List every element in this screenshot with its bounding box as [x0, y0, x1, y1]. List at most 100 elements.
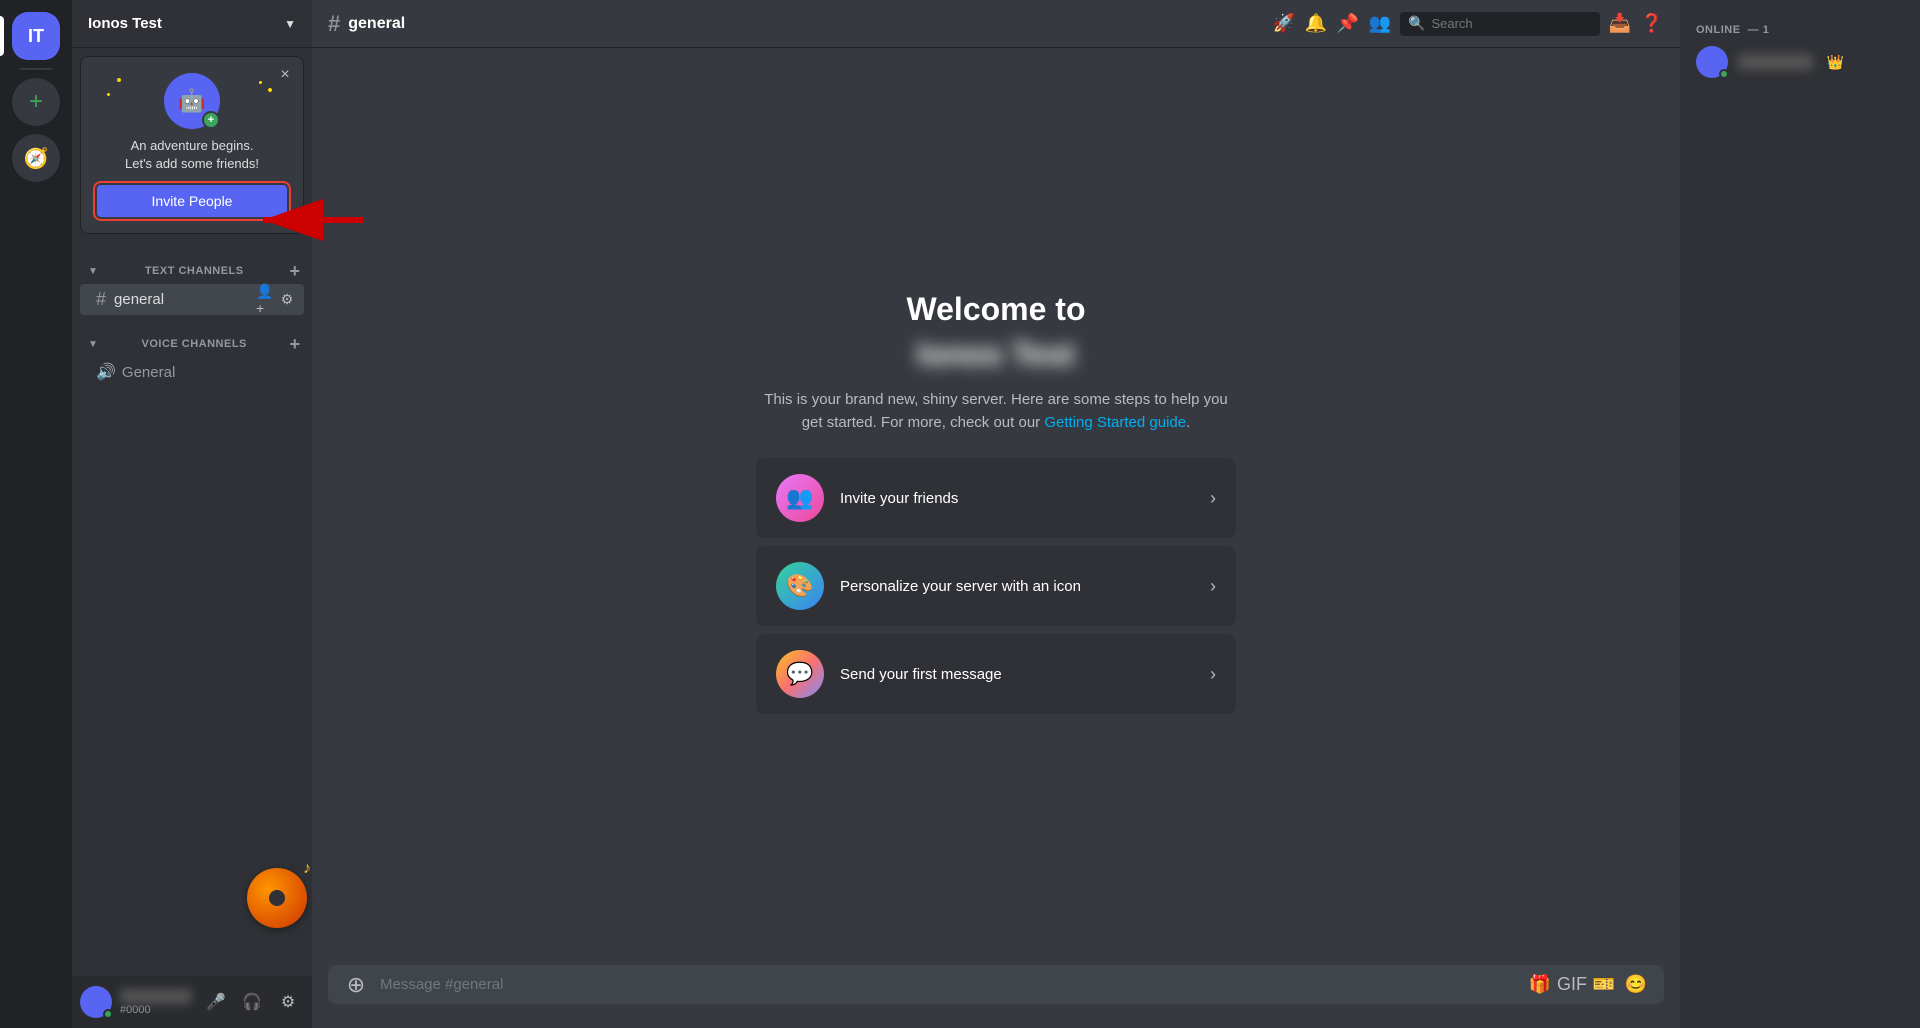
server-divider	[20, 68, 52, 70]
server-header[interactable]: Ionos Test ▼	[72, 0, 312, 48]
channel-action-icons: 👤+ ⚙	[256, 291, 296, 309]
invite-friends-label: Invite your friends	[840, 490, 958, 507]
message-input[interactable]	[380, 965, 1516, 1004]
member-list-button[interactable]: 👥	[1368, 12, 1392, 36]
send-message-label: Send your first message	[840, 666, 1002, 683]
personalize-chevron: ›	[1210, 576, 1216, 597]
user-online-status	[103, 1009, 113, 1019]
music-note-icon: ♪	[303, 860, 311, 878]
user-bar: UserName #0000 🎤 🎧 ⚙	[72, 976, 312, 1028]
server-initials: IT	[28, 26, 44, 47]
text-channels-header[interactable]: ▼ TEXT CHANNELS +	[72, 258, 312, 284]
pinned-messages-button[interactable]: 📌	[1336, 12, 1360, 36]
add-text-channel-button[interactable]: +	[286, 262, 304, 280]
mute-button[interactable]: 🎤	[200, 986, 232, 1018]
channel-item-general[interactable]: # general 👤+ ⚙	[80, 284, 304, 315]
voice-channels-section: ▼ VOICE CHANNELS + 🔊 General	[72, 331, 312, 387]
welcome-text-line1: An adventure begins.	[97, 137, 287, 155]
channel-sidebar: Ionos Test ▼ × 🤖 + An adventure begins. …	[72, 0, 312, 1028]
message-right-actions: 🎁 GIF 🎫 😊	[1528, 973, 1648, 997]
personalize-label: Personalize your server with an icon	[840, 578, 1081, 595]
music-disc: ♪	[247, 868, 307, 928]
message-input-box: ⊕ 🎁 GIF 🎫 😊	[328, 965, 1664, 1004]
invite-friends-chevron: ›	[1210, 488, 1216, 509]
deafen-button[interactable]: 🎧	[236, 986, 268, 1018]
add-server-button[interactable]: +	[12, 78, 60, 126]
invite-people-button[interactable]: Invite People	[97, 185, 287, 217]
text-channels-section: ▼ TEXT CHANNELS + # general 👤+ ⚙	[72, 258, 312, 315]
server-name: Ionos Test	[88, 15, 162, 32]
member-list: ONLINE — 1 BlurredUser 👑	[1680, 0, 1920, 1028]
voice-channel-general[interactable]: 🔊 General	[80, 357, 304, 387]
help-button[interactable]: ❓	[1640, 12, 1664, 36]
channel-title-name: general	[348, 15, 405, 33]
user-avatar-popup: 🤖 +	[164, 73, 220, 129]
text-channels-label: TEXT CHANNELS	[145, 265, 244, 277]
boost-button[interactable]: 🚀	[1272, 12, 1296, 36]
welcome-server-name: Ionos Test	[756, 336, 1236, 373]
welcome-heading: Welcome to	[756, 291, 1236, 328]
message-attach-button[interactable]: ⊕	[344, 973, 368, 997]
channel-hash-display: #	[328, 11, 340, 37]
sparkle-1	[117, 78, 121, 82]
voice-channel-name-general: General	[122, 364, 296, 381]
search-icon: 🔍	[1408, 15, 1425, 32]
username: UserName	[120, 989, 192, 1004]
discover-servers-button[interactable]: 🧭	[12, 134, 60, 182]
user-discriminator: #0000	[120, 1004, 192, 1016]
avatar-add-badge: +	[202, 111, 220, 129]
action-card-message[interactable]: 💬 Send your first message ›	[756, 634, 1236, 714]
welcome-description: This is your brand new, shiny server. He…	[756, 389, 1236, 434]
send-message-icon: 💬	[776, 650, 824, 698]
edit-channel-button[interactable]: ⚙	[278, 291, 296, 309]
text-channels-collapse-arrow: ▼	[88, 266, 98, 277]
search-bar[interactable]: 🔍	[1400, 12, 1600, 36]
member-avatar-0	[1696, 46, 1728, 78]
action-card-personalize-left: 🎨 Personalize your server with an icon	[776, 562, 1081, 610]
voice-channels-label: VOICE CHANNELS	[142, 338, 247, 350]
channel-title-area: # general	[328, 11, 1256, 37]
user-controls: 🎤 🎧 ⚙	[200, 986, 304, 1018]
send-message-chevron: ›	[1210, 664, 1216, 685]
add-server-icon: +	[29, 88, 43, 116]
message-input-area: ⊕ 🎁 GIF 🎫 😊	[312, 965, 1680, 1028]
server-dropdown-arrow: ▼	[284, 17, 296, 31]
user-avatar[interactable]	[80, 986, 112, 1018]
search-input[interactable]	[1431, 16, 1592, 31]
server-bar: IT + 🧭	[0, 0, 72, 1028]
online-members-header: ONLINE — 1	[1688, 16, 1912, 40]
welcome-card: Welcome to Ionos Test This is your brand…	[756, 291, 1236, 722]
online-label: ONLINE	[1696, 24, 1741, 36]
action-card-personalize[interactable]: 🎨 Personalize your server with an icon ›	[756, 546, 1236, 626]
chat-area: Welcome to Ionos Test This is your brand…	[312, 48, 1680, 965]
emoji-button[interactable]: 😊	[1624, 973, 1648, 997]
channel-hash-icon: #	[96, 289, 106, 310]
action-card-invite-left: 👥 Invite your friends	[776, 474, 958, 522]
gift-button[interactable]: 🎁	[1528, 973, 1552, 997]
notification-settings-button[interactable]: 🔔	[1304, 12, 1328, 36]
sparkle-4	[267, 87, 273, 93]
personalize-icon: 🎨	[776, 562, 824, 610]
welcome-popup-text: An adventure begins. Let's add some frie…	[97, 137, 287, 173]
welcome-popup: × 🤖 + An adventure begins. Let's add som…	[80, 56, 304, 234]
member-online-dot-0	[1719, 69, 1729, 79]
getting-started-link[interactable]: Getting Started guide	[1044, 414, 1186, 431]
member-crown-icon: 👑	[1827, 54, 1844, 71]
member-item-0[interactable]: BlurredUser 👑	[1688, 40, 1912, 84]
add-voice-channel-button[interactable]: +	[286, 335, 304, 353]
compass-icon: 🧭	[24, 146, 49, 171]
action-card-message-left: 💬 Send your first message	[776, 650, 1002, 698]
invite-to-channel-button[interactable]: 👤+	[256, 291, 274, 309]
channel-name-general: general	[114, 291, 250, 308]
server-icon-it[interactable]: IT	[12, 12, 60, 60]
voice-channels-header[interactable]: ▼ VOICE CHANNELS +	[72, 331, 312, 357]
gif-button[interactable]: GIF	[1560, 973, 1584, 997]
top-bar: # general 🚀 🔔 📌 👥 🔍 📥 ❓	[312, 0, 1680, 48]
user-settings-button[interactable]: ⚙	[272, 986, 304, 1018]
action-card-invite[interactable]: 👥 Invite your friends ›	[756, 458, 1236, 538]
inbox-button[interactable]: 📥	[1608, 12, 1632, 36]
avatar-area: 🤖 +	[97, 73, 287, 129]
music-widget: ♪	[247, 868, 327, 948]
user-info: UserName #0000	[120, 989, 192, 1016]
sticker-button[interactable]: 🎫	[1592, 973, 1616, 997]
